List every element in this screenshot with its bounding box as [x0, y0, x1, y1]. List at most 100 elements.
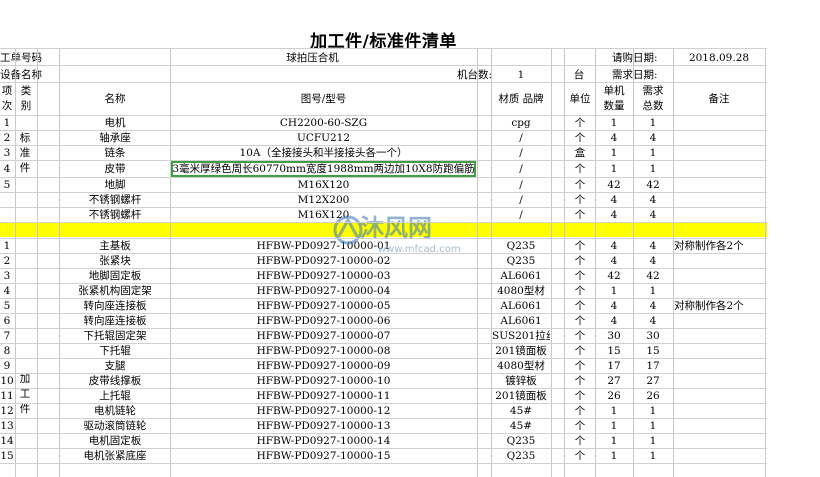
cell-unit[interactable]: 个	[565, 419, 595, 433]
cell-q1[interactable]: 4	[596, 254, 632, 268]
cell-q2[interactable]: 4	[634, 254, 672, 268]
cell-unit[interactable]: 个	[565, 449, 595, 463]
cell-q2[interactable]: 42	[634, 269, 672, 283]
cell-name[interactable]: 地脚固定板	[60, 269, 170, 283]
cell-material[interactable]: Q235	[492, 449, 550, 463]
cell-model[interactable]: HFBW-PD0927-10000-15	[171, 449, 476, 463]
cell-name[interactable]: 主基板	[60, 239, 170, 253]
cell-q1[interactable]: 17	[596, 359, 632, 373]
cell-unit[interactable]: 个	[565, 208, 595, 222]
cell-remark[interactable]: 对称制作各2个	[674, 239, 766, 253]
cell-model[interactable]: HFBW-PD0927-10000-07	[171, 329, 476, 343]
cell-q1[interactable]: 1	[596, 419, 632, 433]
cell-material[interactable]: /	[492, 162, 550, 176]
cell-model[interactable]: HFBW-PD0927-10000-06	[171, 314, 476, 328]
cell-name[interactable]: 链条	[60, 146, 170, 160]
cell-no[interactable]: 4	[0, 162, 14, 176]
cell-name[interactable]: 不锈钢螺杆	[60, 208, 170, 222]
equipment-name-label[interactable]: 设备名称	[0, 68, 48, 82]
cell-remark[interactable]: 对称制作各2个	[674, 299, 766, 313]
cell-model[interactable]: 10A（全接接头和半接接头各一个）	[171, 146, 476, 160]
work-order-label[interactable]: 工单号码	[0, 51, 48, 65]
cell-no[interactable]: 2	[0, 131, 14, 145]
cell-q1[interactable]: 4	[596, 239, 632, 253]
cell-material[interactable]: /	[492, 193, 550, 207]
cell-model[interactable]: HFBW-PD0927-10000-04	[171, 284, 476, 298]
selected-cell[interactable]	[171, 161, 476, 177]
cell-name[interactable]: 张紧机构固定架	[60, 284, 170, 298]
cell-model[interactable]: HFBW-PD0927-10000-11	[171, 389, 476, 403]
cell-q2[interactable]: 1	[634, 404, 672, 418]
cell-name[interactable]: 下托辊固定架	[60, 329, 170, 343]
cell-q1[interactable]: 4	[596, 131, 632, 145]
cell-q2[interactable]: 1	[634, 116, 672, 130]
cell-no[interactable]: 4	[0, 284, 14, 298]
cell-q2[interactable]: 17	[634, 359, 672, 373]
cell-unit[interactable]: 个	[565, 404, 595, 418]
cell-unit[interactable]: 个	[565, 269, 595, 283]
cell-q1[interactable]: 42	[596, 178, 632, 192]
cell-material[interactable]: 201镜面板	[492, 389, 550, 403]
cell-material[interactable]: AL6061	[492, 299, 550, 313]
cell-q1[interactable]: 1	[596, 449, 632, 463]
cell-model[interactable]: M12X200	[171, 193, 476, 207]
cell-q2[interactable]: 1	[634, 162, 672, 176]
cell-name[interactable]: 电机链轮	[60, 404, 170, 418]
cell-q1[interactable]: 4	[596, 314, 632, 328]
cell-no[interactable]: 6	[0, 314, 14, 328]
cell-name[interactable]: 不锈钢螺杆	[60, 193, 170, 207]
cell-name[interactable]: 转向座连接板	[60, 314, 170, 328]
cell-no[interactable]: 8	[0, 344, 14, 358]
cell-name[interactable]: 电机固定板	[60, 434, 170, 448]
cell-unit[interactable]: 个	[565, 374, 595, 388]
cell-no[interactable]: 15	[0, 449, 14, 463]
cell-unit[interactable]: 个	[565, 254, 595, 268]
cell-no[interactable]: 10	[0, 374, 14, 388]
cell-model[interactable]: CH2200-60-SZG	[171, 116, 476, 130]
cell-name[interactable]: 皮带	[60, 162, 170, 176]
cell-no[interactable]: 1	[0, 239, 14, 253]
cell-material[interactable]: 4080型材	[492, 284, 550, 298]
cell-material[interactable]: /	[492, 178, 550, 192]
cell-q1[interactable]: 15	[596, 344, 632, 358]
cell-no[interactable]: 3	[0, 146, 14, 160]
cell-model[interactable]: HFBW-PD0927-10000-05	[171, 299, 476, 313]
cell-unit[interactable]: 个	[565, 329, 595, 343]
cell-name[interactable]: 张紧块	[60, 254, 170, 268]
cell-material[interactable]: /	[492, 146, 550, 160]
cell-q1[interactable]: 4	[596, 208, 632, 222]
cell-unit[interactable]: 个	[565, 434, 595, 448]
cell-no[interactable]: 1	[0, 116, 14, 130]
cell-material[interactable]: Q235	[492, 239, 550, 253]
cell-no[interactable]: 12	[0, 404, 14, 418]
cell-unit[interactable]: 盒	[565, 146, 595, 160]
cell-name[interactable]: 上托辊	[60, 389, 170, 403]
cell-material[interactable]: 4080型材	[492, 359, 550, 373]
cell-unit[interactable]: 个	[565, 193, 595, 207]
cell-name[interactable]: 地脚	[60, 178, 170, 192]
cell-name[interactable]: 皮带线撑板	[60, 374, 170, 388]
cell-material[interactable]: 45#	[492, 419, 550, 433]
cell-q1[interactable]: 4	[596, 193, 632, 207]
cell-unit[interactable]: 个	[565, 162, 595, 176]
purchase-date-value[interactable]: 2018.09.28	[674, 51, 764, 65]
cell-q1[interactable]: 27	[596, 374, 632, 388]
machine-name-value[interactable]: 球拍压合机	[60, 51, 565, 65]
cell-unit[interactable]: 个	[565, 389, 595, 403]
cell-material[interactable]: SUS201拉丝板	[492, 329, 550, 343]
cell-no[interactable]: 14	[0, 434, 14, 448]
cell-model[interactable]: HFBW-PD0927-10000-03	[171, 269, 476, 283]
cell-material[interactable]: cpg	[492, 116, 550, 130]
cell-q2[interactable]: 4	[634, 314, 672, 328]
cell-q2[interactable]: 1	[634, 434, 672, 448]
cell-unit[interactable]: 个	[565, 284, 595, 298]
cell-q1[interactable]: 26	[596, 389, 632, 403]
spreadsheet-area[interactable]: 加工件/标准件清单 工单号码 球拍压合机 请购日期: 2018.09.28 设备…	[0, 0, 820, 477]
cell-no[interactable]: 7	[0, 329, 14, 343]
cell-name[interactable]: 支腿	[60, 359, 170, 373]
cell-material[interactable]: Q235	[492, 254, 550, 268]
cell-q1[interactable]: 1	[596, 162, 632, 176]
cell-q2[interactable]: 4	[634, 193, 672, 207]
cell-q1[interactable]: 1	[596, 116, 632, 130]
cell-q2[interactable]: 4	[634, 131, 672, 145]
